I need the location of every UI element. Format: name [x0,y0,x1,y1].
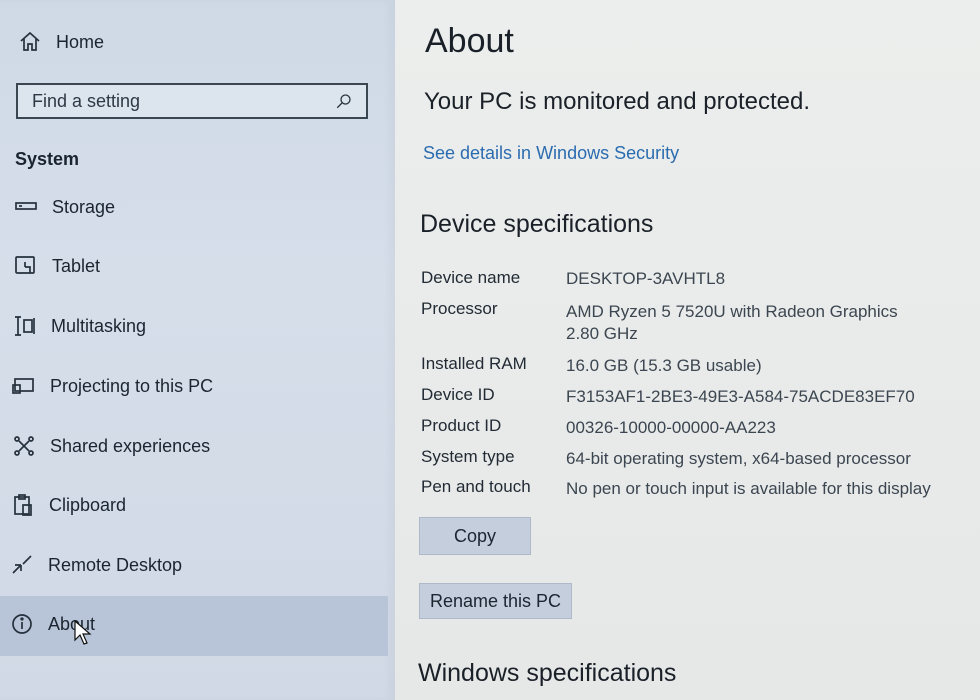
mouse-cursor-icon [74,620,92,645]
copy-button[interactable]: Copy [419,517,531,555]
sidebar: Home System Storage Tablet Multitasking … [0,0,395,700]
sidebar-item-shared-experiences[interactable]: Shared experiences [12,434,210,458]
spec-label: Pen and touch [421,477,531,496]
sidebar-item-multitasking[interactable]: Multitasking [13,314,146,338]
spec-label: Product ID [421,416,502,435]
sidebar-item-storage[interactable]: Storage [14,195,115,219]
info-icon [10,612,34,636]
sidebar-item-label: Multitasking [51,315,147,336]
remote-desktop-icon [10,553,34,577]
storage-icon [14,195,38,219]
sidebar-item-label: Clipboard [49,494,127,515]
device-specs-heading: Device specifications [420,210,654,238]
section-title: System [15,149,80,169]
shared-experiences-icon [12,434,36,458]
spec-value: No pen or touch input is available for t… [566,479,931,498]
spec-label: Installed RAM [421,354,527,373]
spec-value: F3153AF1-2BE3-49E3-A584-75ACDE83EF70 [566,387,915,406]
spec-label: Device name [421,268,521,287]
search-box[interactable] [16,83,368,119]
search-input[interactable] [30,89,334,113]
sidebar-item-projecting[interactable]: Projecting to this PC [12,374,213,398]
home-icon [18,30,42,54]
spec-label: Processor [421,299,498,318]
sidebar-item-label: Projecting to this PC [50,375,214,396]
multitasking-icon [13,314,37,338]
sidebar-item-clipboard[interactable]: Clipboard [11,493,126,517]
sidebar-item-label: Tablet [52,255,101,276]
spec-value: DESKTOP-3AVHTL8 [566,269,726,288]
spec-label: Device ID [421,385,495,404]
sidebar-item-remote-desktop[interactable]: Remote Desktop [10,553,182,577]
spec-label: System type [421,447,515,466]
search-icon[interactable] [334,91,354,111]
spec-value: 64-bit operating system, x64-based proce… [566,449,911,468]
sidebar-item-label: Remote Desktop [48,554,183,575]
spec-value: 00326-10000-00000-AA223 [566,418,776,437]
windows-security-link[interactable]: See details in Windows Security [423,143,679,164]
sidebar-item-tablet[interactable]: Tablet [14,254,100,278]
windows-specs-heading: Windows specifications [418,659,677,687]
projecting-icon [12,374,36,398]
sidebar-item-label: Shared experiences [50,435,211,456]
rename-pc-button[interactable]: Rename this PC [419,583,572,619]
spec-value: 16.0 GB (15.3 GB usable) [566,356,762,375]
spec-value-line2: 2.80 GHz [566,324,638,343]
tablet-icon [14,254,38,278]
clipboard-icon [11,493,35,517]
home-nav-item[interactable]: Home [18,30,104,54]
protection-status: Your PC is monitored and protected. [424,88,811,115]
spec-value: AMD Ryzen 5 7520U with Radeon Graphics [566,302,898,321]
home-label: Home [56,31,105,52]
page-title: About [425,22,514,60]
sidebar-item-label: Storage [52,196,116,217]
